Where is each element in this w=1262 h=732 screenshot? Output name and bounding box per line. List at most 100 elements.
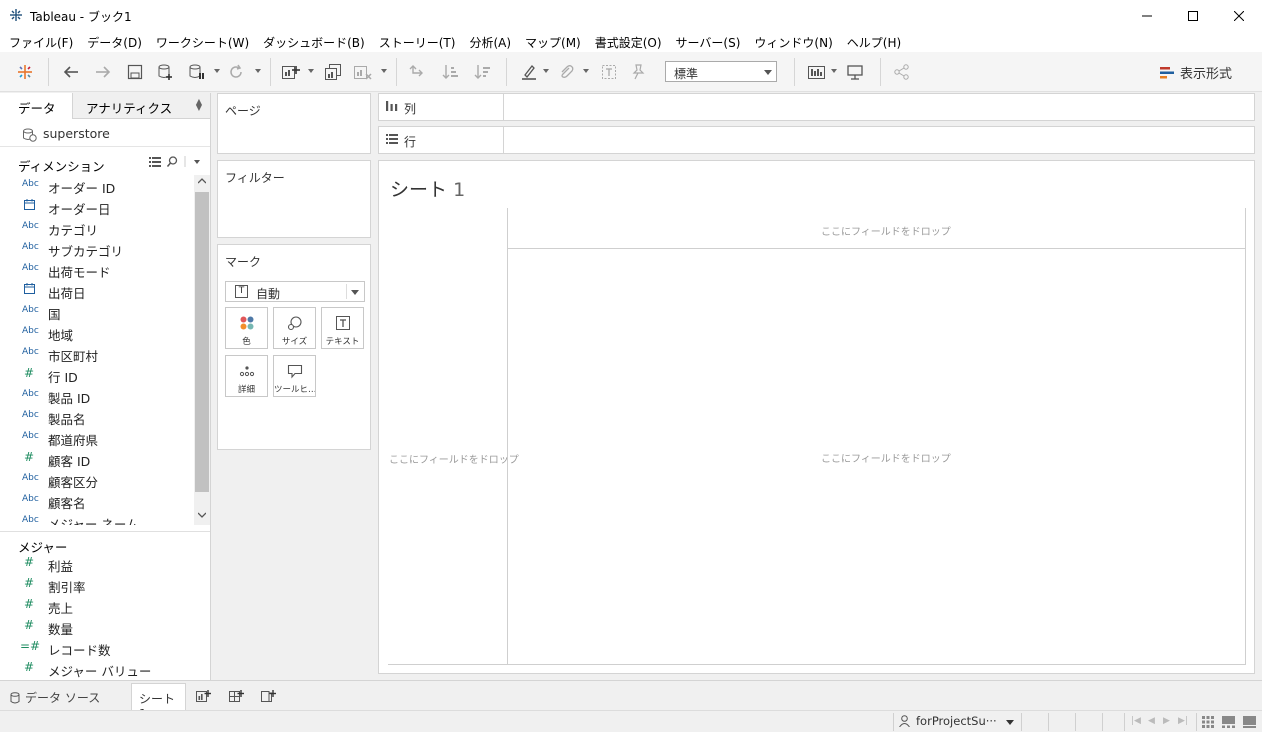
menu-file[interactable]: ファイル(F) [2,31,80,52]
dimensions-scrollbar[interactable] [194,175,210,525]
field-item[interactable]: Abc 製品 ID [0,385,194,406]
clear-sheet-dropdown-arrow[interactable] [381,69,387,73]
field-item[interactable]: Abc 出荷モード [0,259,194,280]
pause-auto-updates-button[interactable] [186,61,208,83]
mark-text-button[interactable]: テキスト [321,307,364,349]
tableau-start-button[interactable] [14,61,36,83]
view-as-list-icon[interactable] [149,156,161,167]
redo-button[interactable] [92,61,114,83]
menu-analysis[interactable]: 分析(A) [462,31,518,52]
next-sheet-icon[interactable]: ▶ [1163,716,1170,726]
tabs-view-icon[interactable] [1243,716,1256,728]
last-sheet-icon[interactable]: ▶| [1178,716,1188,726]
chevron-up-icon[interactable] [198,178,206,184]
close-button[interactable] [1216,0,1262,31]
new-worksheet-tab-icon[interactable] [195,688,211,704]
field-item[interactable]: Abc 国 [0,301,194,322]
field-item[interactable]: 出荷日 [0,280,194,301]
field-item[interactable]: # 数量 [0,616,194,637]
mark-tooltip-button[interactable]: ツールヒ… [273,355,316,397]
menu-map[interactable]: マップ(M) [518,31,588,52]
field-item[interactable]: Abc サブカテゴリ [0,238,194,259]
pause-dropdown-arrow[interactable] [214,69,220,73]
tab-data[interactable]: データ [0,93,73,119]
new-datasource-button[interactable] [155,61,177,83]
share-button[interactable] [891,61,913,83]
sheet-sorter-icon[interactable] [1202,716,1214,728]
field-item[interactable]: =# レコード数 [0,637,194,658]
pages-card[interactable]: ページ [217,93,371,154]
field-item[interactable]: Abc 製品名 [0,406,194,427]
field-item[interactable]: Abc メジャー ネーム [0,511,194,525]
field-item[interactable]: # 売上 [0,595,194,616]
minimize-button[interactable] [1124,0,1170,31]
new-worksheet-dropdown-arrow[interactable] [308,69,314,73]
filmstrip-icon[interactable] [1222,716,1235,728]
clear-sheet-button[interactable] [352,61,374,83]
sort-ascending-button[interactable] [440,61,462,83]
menu-window[interactable]: ウィンドウ(N) [747,31,839,52]
field-item[interactable]: # 顧客 ID [0,448,194,469]
show-cards-button[interactable] [806,61,828,83]
menu-help[interactable]: ヘルプ(H) [840,31,908,52]
field-item[interactable]: Abc 市区町村 [0,343,194,364]
mark-size-button[interactable]: サイズ [273,307,316,349]
view-fit-select[interactable]: 標準 [665,61,777,82]
search-icon[interactable] [167,156,178,167]
drop-zone-body[interactable]: ここにフィールドをドロップ [821,450,951,465]
field-item[interactable]: Abc オーダー ID [0,175,194,196]
chevron-down-icon[interactable] [184,156,202,167]
tab-datasource[interactable]: データ ソース [10,689,100,706]
fix-axes-button[interactable] [627,61,649,83]
new-dashboard-tab-icon[interactable] [228,688,244,704]
tab-analytics[interactable]: アナリティクス ▲ ▼ [73,93,210,119]
new-worksheet-button[interactable] [280,61,302,83]
mark-type-select[interactable]: T 自動 [225,281,365,302]
refresh-button[interactable] [225,61,247,83]
sheet-title[interactable]: シート 1 [390,175,465,202]
previous-sheet-icon[interactable]: ◀ [1148,716,1155,726]
field-item[interactable]: Abc 都道府県 [0,427,194,448]
menu-story[interactable]: ストーリー(T) [372,31,463,52]
duplicate-sheet-button[interactable] [322,61,344,83]
field-item[interactable]: Abc 顧客区分 [0,469,194,490]
swap-rows-columns-button[interactable] [407,61,429,83]
menu-server[interactable]: サーバー(S) [669,31,748,52]
mark-detail-button[interactable]: 詳細 [225,355,268,397]
new-story-tab-icon[interactable] [260,688,276,704]
group-dropdown-arrow[interactable] [583,69,589,73]
save-button[interactable] [124,61,146,83]
columns-shelf[interactable]: 列 [378,93,1255,121]
chevron-down-icon[interactable] [198,512,206,518]
presentation-mode-button[interactable] [844,61,866,83]
filters-card[interactable]: フィルター [217,160,371,238]
highlight-button[interactable] [518,61,540,83]
scrollbar-thumb[interactable] [195,192,209,492]
show-cards-dropdown-arrow[interactable] [831,69,837,73]
field-item[interactable]: # 割引率 [0,574,194,595]
field-item[interactable]: Abc 顧客名 [0,490,194,511]
tab-sheet-1[interactable]: シート 1 [131,683,186,721]
undo-button[interactable] [60,61,82,83]
field-item[interactable]: オーダー日 [0,196,194,217]
show-mark-labels-button[interactable] [598,61,620,83]
menu-data[interactable]: データ(D) [80,31,149,52]
field-item[interactable]: # メジャー バリュー [0,658,194,679]
field-item[interactable]: Abc カテゴリ [0,217,194,238]
sort-descending-button[interactable] [472,61,494,83]
datasource-item[interactable]: superstore [0,121,210,147]
menu-format[interactable]: 書式設定(O) [588,31,669,52]
menu-worksheet[interactable]: ワークシート(W) [149,31,256,52]
user-menu[interactable]: forProjectSu··· [899,714,997,728]
group-members-button[interactable] [555,61,577,83]
highlight-dropdown-arrow[interactable] [543,69,549,73]
show-me-button[interactable]: 表示形式 [1160,63,1232,82]
drop-zone-columns[interactable]: ここにフィールドをドロップ [821,223,951,238]
maximize-button[interactable] [1170,0,1216,31]
menu-dashboard[interactable]: ダッシュボード(B) [256,31,372,52]
field-item[interactable]: Abc 地域 [0,322,194,343]
first-sheet-icon[interactable]: |◀ [1131,716,1141,726]
rows-shelf[interactable]: 行 [378,126,1255,154]
refresh-dropdown-arrow[interactable] [255,69,261,73]
field-item[interactable]: # 行 ID [0,364,194,385]
